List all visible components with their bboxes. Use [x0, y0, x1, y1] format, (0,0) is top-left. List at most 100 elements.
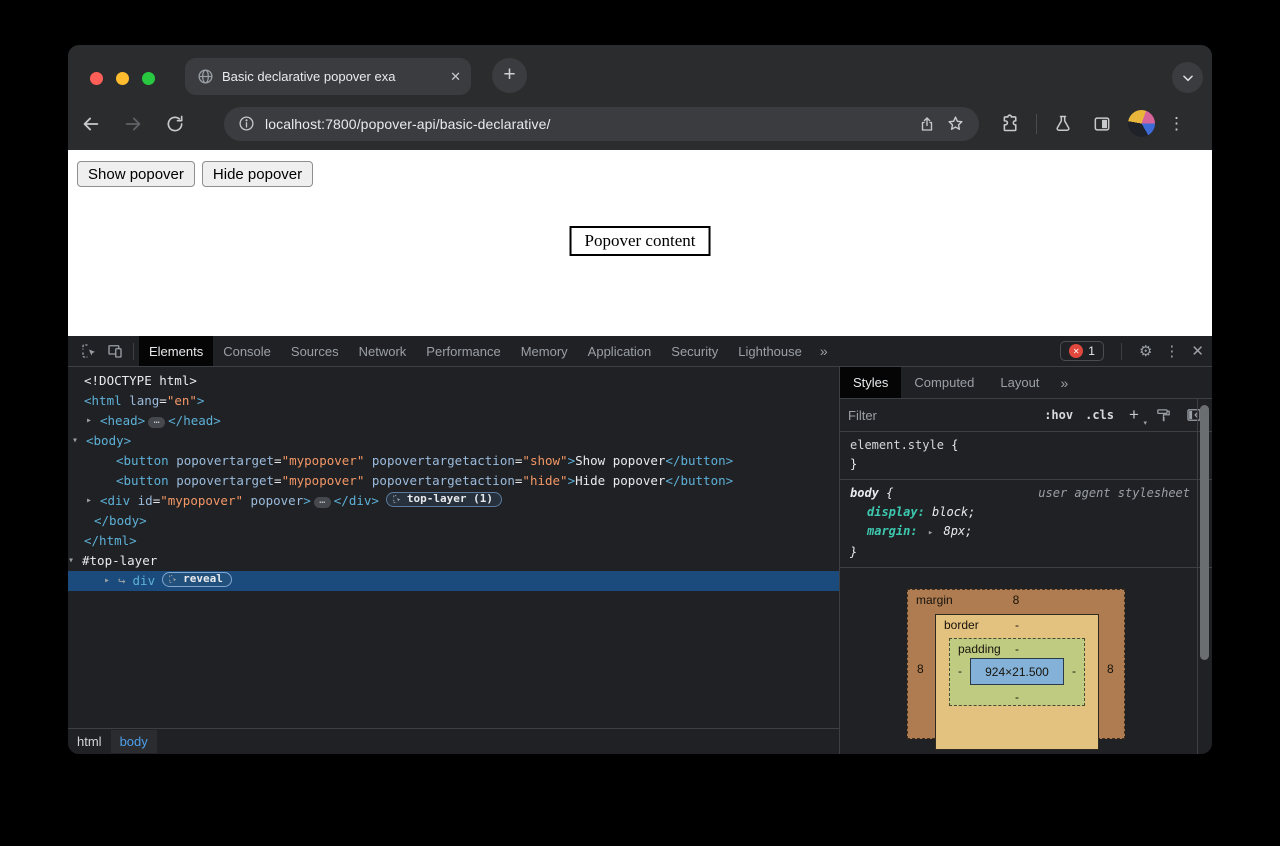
paint-roller-icon[interactable]: [1154, 407, 1172, 424]
body-style-rule[interactable]: body { user agent stylesheet display: bl…: [840, 480, 1212, 568]
breadcrumb-body[interactable]: body: [111, 730, 157, 753]
border-top-value[interactable]: -: [1015, 618, 1019, 632]
devtools-menu-icon[interactable]: ⋮: [1164, 342, 1179, 360]
code-val: "mypopover": [282, 473, 365, 488]
devtools-tab-elements[interactable]: Elements: [139, 336, 213, 366]
expand-arrow-icon[interactable]: ▸: [86, 411, 92, 431]
new-tab-button[interactable]: +: [492, 58, 527, 93]
expand-ellipsis-button[interactable]: …: [148, 417, 165, 428]
tab-strip: Basic declarative popover exa ✕ +: [68, 45, 1212, 97]
styles-filter-input[interactable]: [848, 408, 988, 423]
sidebar-tab-computed[interactable]: Computed: [901, 367, 987, 398]
browser-toolbar: localhost:7800/popover-api/basic-declara…: [68, 97, 1212, 150]
css-declaration[interactable]: margin: ▸ 8px;: [850, 522, 1202, 543]
profile-avatar[interactable]: [1128, 110, 1155, 137]
box-model-padding[interactable]: padding - - - - 924×21.500: [949, 638, 1085, 706]
share-icon[interactable]: [918, 115, 936, 133]
css-declaration[interactable]: display: block;: [850, 503, 1202, 522]
tab-search-button[interactable]: [1172, 62, 1203, 93]
hide-popover-button[interactable]: Hide popover: [202, 161, 313, 187]
minimize-window-button[interactable]: [116, 72, 129, 85]
dom-tree-line[interactable]: <button popovertarget="mypopover" popove…: [68, 451, 839, 471]
dom-tree-line[interactable]: <button popovertarget="mypopover" popove…: [68, 471, 839, 491]
devtools-tab-memory[interactable]: Memory: [511, 336, 578, 366]
dom-tree-line[interactable]: <!DOCTYPE html>: [68, 371, 839, 391]
padding-right-value[interactable]: -: [1072, 664, 1076, 678]
box-model-content[interactable]: 924×21.500: [970, 658, 1064, 685]
box-model-margin[interactable]: margin 8 8 8 - - border - padding: [907, 589, 1125, 739]
box-model-border[interactable]: border - padding - - - - 924×21.500: [935, 614, 1099, 750]
scrollbar-thumb[interactable]: [1200, 405, 1209, 660]
toggle-class-button[interactable]: .cls: [1085, 408, 1114, 422]
padding-bottom-value[interactable]: -: [1015, 690, 1019, 704]
dom-breadcrumbs: htmlbody: [68, 728, 839, 754]
devtools-tab-network[interactable]: Network: [349, 336, 417, 366]
sidebar-tab-layout[interactable]: Layout: [987, 367, 1052, 398]
dom-tree-line[interactable]: </body>: [68, 511, 839, 531]
margin-left-value[interactable]: 8: [917, 662, 924, 676]
devtools-settings-icon[interactable]: ⚙: [1139, 342, 1152, 360]
devtools-tab-application[interactable]: Application: [578, 336, 662, 366]
devtools-tab-performance[interactable]: Performance: [416, 336, 510, 366]
window-controls: [90, 72, 155, 85]
dom-tree-line[interactable]: ▸↪divreveal: [68, 571, 839, 591]
padding-left-value[interactable]: -: [958, 664, 962, 678]
show-popover-button[interactable]: Show popover: [77, 161, 195, 187]
tab-close-icon[interactable]: ✕: [450, 69, 461, 85]
code-val: "show": [522, 453, 567, 468]
dom-tree-line[interactable]: </html>: [68, 531, 839, 551]
fullscreen-window-button[interactable]: [142, 72, 155, 85]
element-style-rule[interactable]: element.style { }: [840, 432, 1212, 480]
devtools-tab-security[interactable]: Security: [661, 336, 728, 366]
side-panel-icon[interactable]: [1089, 114, 1115, 134]
stylesheet-origin: user agent stylesheet: [1038, 484, 1190, 503]
devtools-tab-lighthouse[interactable]: Lighthouse: [728, 336, 812, 366]
margin-right-value[interactable]: 8: [1107, 662, 1114, 676]
tab-title: Basic declarative popover exa: [222, 69, 442, 84]
margin-top-value[interactable]: 8: [1013, 593, 1020, 607]
device-toolbar-icon[interactable]: [102, 342, 128, 360]
inspect-element-icon[interactable]: [76, 342, 102, 360]
breadcrumb-html[interactable]: html: [68, 730, 111, 753]
new-style-rule-button[interactable]: +▾: [1126, 405, 1142, 425]
bookmark-star-icon[interactable]: [946, 114, 965, 133]
reload-button[interactable]: [161, 110, 189, 138]
dom-tree-line[interactable]: ▾#top-layer: [68, 551, 839, 571]
address-bar[interactable]: localhost:7800/popover-api/basic-declara…: [224, 107, 979, 141]
dom-tree-line[interactable]: ▸<head>…</head>: [68, 411, 839, 431]
url-text[interactable]: localhost:7800/popover-api/basic-declara…: [265, 116, 908, 132]
sidebar-tab-styles[interactable]: Styles: [840, 367, 901, 398]
collapse-arrow-icon[interactable]: ▾: [68, 551, 74, 571]
code-plain: =: [159, 393, 167, 408]
dom-tree: <!DOCTYPE html><html lang="en">▸<head>…<…: [68, 367, 839, 728]
devtools-close-icon[interactable]: ✕: [1191, 342, 1204, 360]
dom-tree-line[interactable]: ▸<div id="mypopover" popover>…</div>top-…: [68, 491, 839, 511]
expand-arrow-icon[interactable]: ▸: [104, 571, 110, 591]
browser-tab[interactable]: Basic declarative popover exa ✕: [185, 58, 471, 95]
expand-arrow-icon[interactable]: ▸: [86, 491, 92, 511]
close-window-button[interactable]: [90, 72, 103, 85]
error-counter[interactable]: ✕ 1: [1060, 341, 1104, 361]
sidebar-more-tabs-button[interactable]: »: [1052, 375, 1075, 391]
test-flask-icon[interactable]: [1050, 114, 1076, 134]
devtools-tab-sources[interactable]: Sources: [281, 336, 349, 366]
expand-shorthand-icon[interactable]: ▸: [928, 528, 933, 538]
devtools-tab-console[interactable]: Console: [213, 336, 281, 366]
back-button[interactable]: [77, 110, 105, 138]
site-info-icon[interactable]: [238, 115, 255, 132]
padding-top-value[interactable]: -: [1015, 642, 1019, 656]
dom-tree-line[interactable]: <html lang="en">: [68, 391, 839, 411]
devtools-tab-bar: ElementsConsoleSourcesNetworkPerformance…: [139, 336, 812, 366]
css-property: margin:: [867, 524, 918, 538]
dom-tree-line[interactable]: ▾<body>: [68, 431, 839, 451]
extensions-icon[interactable]: [997, 113, 1023, 134]
more-tabs-button[interactable]: »: [812, 343, 835, 359]
toggle-hover-state-button[interactable]: :hov: [1044, 408, 1073, 422]
forward-button[interactable]: [119, 110, 147, 138]
adorner-badge-top-layer[interactable]: top-layer (1): [386, 492, 502, 507]
browser-menu-icon[interactable]: ⋮: [1168, 114, 1185, 134]
collapse-arrow-icon[interactable]: ▾: [72, 431, 78, 451]
expand-ellipsis-button[interactable]: …: [314, 497, 331, 508]
adorner-badge-reveal[interactable]: reveal: [162, 572, 232, 587]
divider: [1121, 343, 1122, 360]
